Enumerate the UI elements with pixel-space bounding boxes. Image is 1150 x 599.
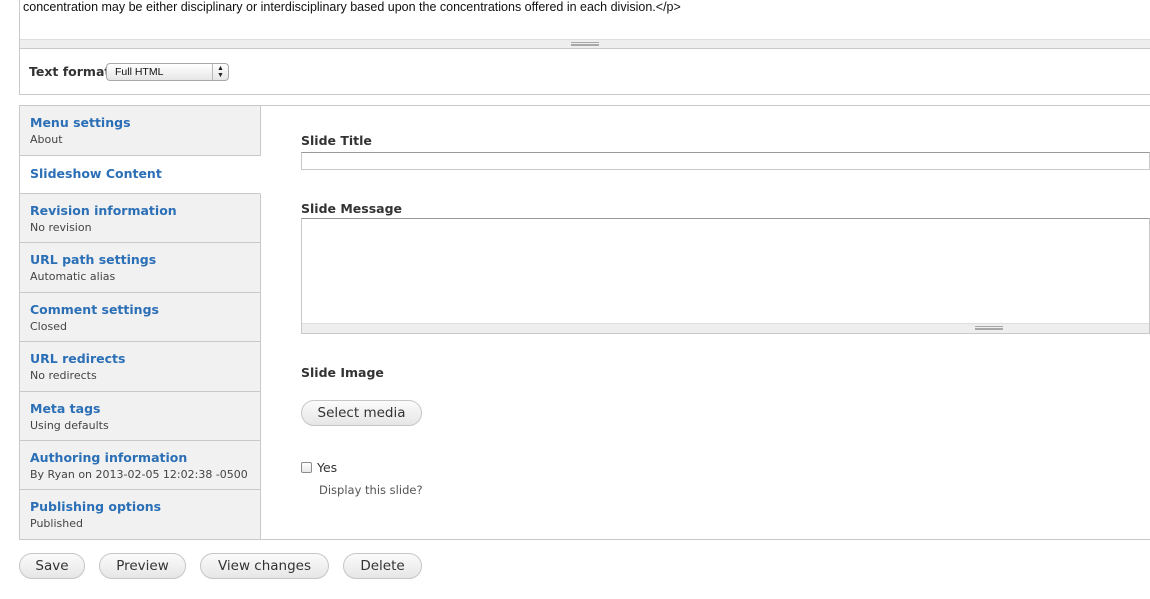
- tab-title: URL redirects: [30, 351, 126, 366]
- tab-title: Menu settings: [30, 115, 131, 130]
- body-editor-text: concentration may be either disciplinary…: [23, 0, 681, 14]
- resize-handle[interactable]: [20, 39, 1150, 48]
- tab-authoring-information[interactable]: Authoring information By Ryan on 2013-02…: [20, 441, 261, 490]
- tab-url-path-settings[interactable]: URL path settings Automatic alias: [20, 243, 261, 293]
- slideshow-content-pane: Slide Title Slide Message Slide Image Se…: [261, 106, 1150, 539]
- tab-meta-tags[interactable]: Meta tags Using defaults: [20, 392, 261, 441]
- preview-button[interactable]: Preview: [99, 553, 186, 579]
- slide-title-input[interactable]: [301, 152, 1150, 170]
- grip-icon: [975, 326, 1003, 330]
- tab-summary: No revision: [30, 221, 92, 234]
- tab-title: Authoring information: [30, 450, 188, 465]
- tab-revision-information[interactable]: Revision information No revision: [20, 194, 261, 243]
- tab-summary: Automatic alias: [30, 270, 116, 283]
- body-editor[interactable]: concentration may be either disciplinary…: [19, 0, 1150, 49]
- select-media-button[interactable]: Select media: [301, 400, 422, 426]
- view-changes-button[interactable]: View changes: [200, 553, 329, 579]
- tab-title: Publishing options: [30, 499, 162, 514]
- tab-title: Meta tags: [30, 401, 101, 416]
- tab-summary: No redirects: [30, 369, 97, 382]
- display-slide-checkbox-label[interactable]: Yes: [317, 460, 337, 475]
- tab-title: Slideshow Content: [30, 166, 162, 181]
- tab-publishing-options[interactable]: Publishing options Published: [20, 490, 261, 539]
- tab-title: Revision information: [30, 203, 177, 218]
- tab-summary: About: [30, 133, 63, 146]
- text-format-label: Text format: [29, 64, 111, 79]
- tab-menu-settings[interactable]: Menu settings About: [20, 106, 261, 156]
- vertical-tabs-list: Menu settings About Slideshow Content Re…: [20, 106, 261, 539]
- tab-title: URL path settings: [30, 252, 157, 267]
- tab-url-redirects[interactable]: URL redirects No redirects: [20, 342, 261, 392]
- resize-handle[interactable]: [302, 323, 1149, 333]
- text-format-select[interactable]: Full HTML ▲ ▼: [106, 63, 229, 81]
- slide-message-textarea[interactable]: [301, 218, 1150, 334]
- tab-summary: Published: [30, 517, 83, 530]
- grip-icon: [571, 42, 599, 46]
- select-arrows-icon: ▲ ▼: [212, 64, 228, 80]
- text-format-row: Text format Full HTML ▲ ▼: [19, 49, 1150, 95]
- tab-summary: Using defaults: [30, 419, 109, 432]
- save-button[interactable]: Save: [19, 553, 85, 579]
- tab-slideshow-content[interactable]: Slideshow Content: [20, 156, 261, 194]
- slide-title-label: Slide Title: [301, 133, 372, 148]
- tab-comment-settings[interactable]: Comment settings Closed: [20, 293, 261, 342]
- display-slide-checkbox[interactable]: [301, 462, 312, 473]
- tab-summary: By Ryan on 2013-02-05 12:02:38 -0500: [30, 468, 248, 481]
- delete-button[interactable]: Delete: [343, 553, 422, 579]
- display-slide-description: Display this slide?: [319, 483, 423, 497]
- tab-summary: Closed: [30, 320, 67, 333]
- slide-message-label: Slide Message: [301, 201, 403, 216]
- slide-image-label: Slide Image: [301, 365, 384, 380]
- vertical-tabs: Menu settings About Slideshow Content Re…: [19, 105, 1150, 540]
- text-format-selected: Full HTML: [115, 66, 164, 78]
- tab-title: Comment settings: [30, 302, 159, 317]
